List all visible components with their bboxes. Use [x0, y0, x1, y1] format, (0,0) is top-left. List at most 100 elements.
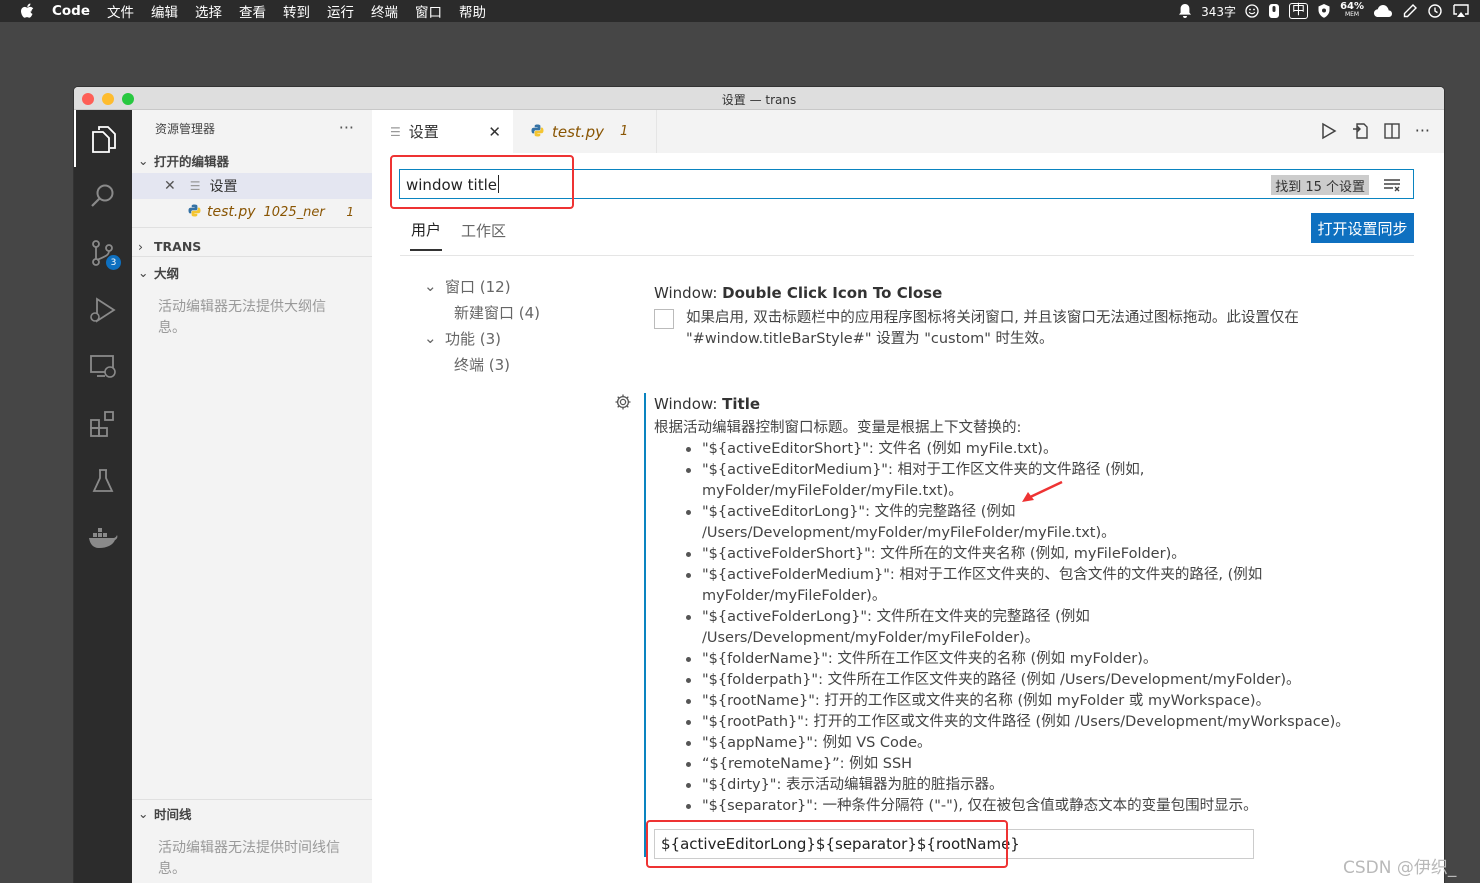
battery-status[interactable]: 64% MEM — [1340, 2, 1364, 19]
run-debug-icon[interactable] — [74, 281, 132, 338]
chevron-down-icon: ⌄ — [138, 805, 149, 821]
toc-label: 窗口 (12) — [445, 277, 511, 296]
tab-bar: ☰ 设置 ✕ test.py 1 ··· — [372, 110, 1444, 153]
variable-item: "${activeEditorShort}": 文件名 (例如 myFile.t… — [686, 439, 1386, 460]
run-icon[interactable] — [1319, 122, 1337, 144]
sidebar-header: 资源管理器 ··· — [132, 110, 372, 147]
testing-icon[interactable] — [74, 452, 132, 509]
remote-explorer-icon[interactable] — [74, 338, 132, 395]
variable-item: "${activeEditorLong}": 文件的完整路径 (例如/Users… — [686, 502, 1386, 544]
variable-line: "${appName}": 例如 VS Code。 — [702, 735, 932, 751]
timeline-label: 时间线 — [154, 806, 192, 822]
explorer-icon[interactable] — [74, 110, 132, 167]
variable-line: "${activeEditorShort}": 文件名 (例如 myFile.t… — [702, 441, 1058, 457]
setting-desc-window-title: 根据活动编辑器控制窗口标题。变量是根据上下文替换的: — [654, 420, 1022, 436]
variable-line: /Users/Development/myFolder/myFileFolder… — [702, 525, 1116, 541]
word-count[interactable]: 343字 — [1201, 3, 1236, 20]
toc-label: 功能 (3) — [445, 329, 502, 348]
menu-go[interactable]: 转到 — [283, 1, 310, 21]
outline-label: 大纲 — [154, 265, 180, 281]
tab-problems-count: 1 — [619, 124, 629, 139]
menu-file[interactable]: 文件 — [107, 1, 134, 21]
apple-icon[interactable] — [20, 3, 36, 19]
open-editor-name: 设置 — [209, 179, 238, 195]
variable-item: "${dirty}": 表示活动编辑器为脏的脏指示器。 — [686, 775, 1386, 796]
scope-tab-user[interactable]: 用户 — [410, 219, 443, 251]
scm-badge: 3 — [106, 255, 121, 270]
settings-scope-tabs: 用户 工作区 — [400, 219, 1414, 256]
toc-item-terminal[interactable]: 终端 (3) — [424, 351, 540, 377]
open-settings-json-icon[interactable] — [1351, 122, 1369, 144]
menu-selection[interactable]: 选择 — [195, 1, 222, 21]
window-titlebar[interactable]: 设置 — trans — [74, 87, 1444, 110]
search-icon[interactable] — [74, 167, 132, 224]
variable-item: "${rootName}": 打开的工作区或文件夹的名称 (例如 myFolde… — [686, 691, 1386, 712]
explorer-sidebar: 资源管理器 ··· ⌄ 打开的编辑器 ✕ ☰ 设置 test.py 1025_n… — [132, 110, 372, 883]
docker-icon[interactable] — [74, 509, 132, 566]
timeline-section[interactable]: ⌄ 时间线 — [132, 800, 372, 826]
search-highlight-annotation — [390, 155, 574, 209]
divider — [132, 256, 372, 257]
open-settings-sync-button[interactable]: 打开设置同步 — [1311, 213, 1414, 243]
macos-menubar: Code 文件 编辑 选择 查看 转到 运行 终端 窗口 帮助 343字 中 6… — [0, 0, 1480, 22]
sidebar-title: 资源管理器 — [155, 122, 216, 136]
open-editor-name: test.py — [207, 204, 256, 220]
input-method[interactable]: 中 — [1289, 3, 1309, 19]
open-editor-detail: 1025_ner — [263, 204, 325, 220]
vscode-window: 设置 — trans 3 资源管理器 ··· ⌄ 打开的编辑器 ✕ ☰ 设置 t… — [74, 87, 1444, 883]
menu-view[interactable]: 查看 — [239, 1, 266, 21]
cloud-icon[interactable] — [1373, 4, 1393, 18]
tab-settings[interactable]: ☰ 设置 ✕ — [372, 110, 513, 153]
close-icon[interactable]: ✕ — [164, 178, 176, 194]
settings-toc: ⌄ 窗口 (12) 新建窗口 (4) ⌄ 功能 (3) 终端 (3) — [424, 273, 540, 377]
search-result-count: 找到 15 个设置 — [1271, 175, 1369, 195]
setting-name: Double Click Icon To Close — [722, 284, 943, 302]
gear-icon[interactable] — [614, 393, 632, 415]
variable-line: “${remoteName}”: 例如 SSH — [702, 756, 913, 772]
open-editor-item-settings[interactable]: ✕ ☰ 设置 — [132, 173, 372, 199]
variable-line: "${rootPath}": 打开的工作区或文件夹的文件路径 (例如 /User… — [702, 714, 1350, 730]
open-editors-section[interactable]: ⌄ 打开的编辑器 — [132, 147, 372, 173]
setting-title-window-title: Window: Title — [654, 395, 760, 413]
variable-item: "${rootPath}": 打开的工作区或文件夹的文件路径 (例如 /User… — [686, 712, 1386, 733]
time-machine-icon[interactable] — [1427, 3, 1443, 19]
pen-icon[interactable] — [1402, 3, 1418, 19]
close-tab-icon[interactable]: ✕ — [488, 123, 501, 141]
split-editor-icon[interactable] — [1383, 122, 1401, 144]
toc-item-window[interactable]: ⌄ 窗口 (12) — [424, 273, 540, 299]
variable-item: "${appName}": 例如 VS Code。 — [686, 733, 1386, 754]
menu-app-name[interactable]: Code — [52, 3, 90, 19]
setting-desc-double-click: 如果启用, 双击标题栏中的应用程序图标将关闭窗口, 并且该窗口无法通过图标拖动。… — [686, 308, 1366, 350]
emoji-icon[interactable] — [1245, 4, 1259, 18]
menu-run[interactable]: 运行 — [327, 1, 354, 21]
scope-tab-workspace[interactable]: 工作区 — [461, 219, 506, 251]
extensions-icon[interactable] — [74, 395, 132, 452]
editor-actions: ··· — [1319, 122, 1430, 144]
source-control-icon[interactable]: 3 — [74, 224, 132, 281]
variable-line: "${activeFolderLong}": 文件所在文件夹的完整路径 (例如 — [702, 609, 1090, 625]
settings-file-icon: ☰ — [189, 179, 201, 193]
more-actions-icon[interactable]: ··· — [1415, 122, 1430, 144]
menu-window[interactable]: 窗口 — [415, 1, 442, 21]
menu-edit[interactable]: 编辑 — [151, 1, 178, 21]
menu-terminal[interactable]: 终端 — [371, 1, 398, 21]
menu-help[interactable]: 帮助 — [459, 1, 486, 21]
setting-title-double-click: Window: Double Click Icon To Close — [654, 284, 942, 302]
double-click-close-checkbox[interactable] — [654, 309, 674, 329]
more-actions-button[interactable]: ··· — [339, 118, 354, 137]
toc-item-new-window[interactable]: 新建窗口 (4) — [424, 299, 540, 325]
toc-item-features[interactable]: ⌄ 功能 (3) — [424, 325, 540, 351]
open-editors-label: 打开的编辑器 — [154, 153, 230, 169]
microphone-icon[interactable] — [1268, 3, 1280, 19]
variable-line: "${activeEditorLong}": 文件的完整路径 (例如 — [702, 504, 1016, 520]
open-editor-item-testpy[interactable]: test.py 1025_ner 1 — [132, 199, 372, 225]
notification-bell-icon[interactable] — [1178, 3, 1192, 19]
variable-line: "${activeFolderShort}": 文件所在的文件夹名称 (例如, … — [702, 546, 1186, 562]
modified-indicator — [644, 393, 646, 857]
tab-testpy[interactable]: test.py 1 — [513, 110, 657, 153]
clear-filter-icon[interactable] — [1383, 177, 1401, 196]
variable-line: /Users/Development/myFolder/myFileFolder… — [702, 630, 1040, 646]
outline-section[interactable]: ⌄ 大纲 — [132, 259, 372, 285]
airplay-icon[interactable] — [1452, 3, 1470, 19]
shield-icon[interactable] — [1317, 3, 1331, 19]
